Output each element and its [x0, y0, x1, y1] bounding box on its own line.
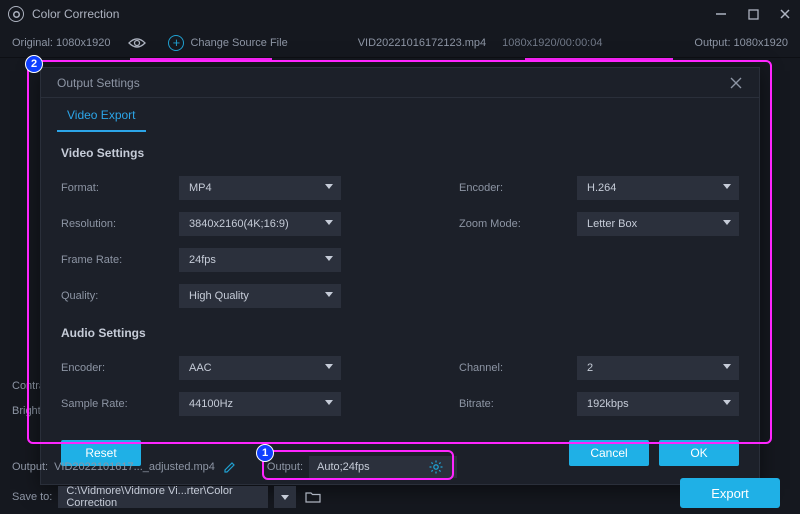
chevron-down-icon [723, 364, 731, 369]
plus-icon: + [168, 35, 184, 51]
save-to-field[interactable]: C:\Vidmore\Vidmore Vi...rter\Color Corre… [58, 486, 268, 508]
save-to-dropdown[interactable] [274, 486, 296, 508]
tab-video-export[interactable]: Video Export [57, 108, 146, 132]
resolution-value: 3840x2160(4K;16:9) [189, 218, 289, 230]
open-folder-button[interactable] [302, 486, 324, 508]
change-source-label: Change Source File [190, 37, 287, 49]
format-label: Format: [61, 182, 161, 194]
chevron-down-icon [723, 184, 731, 189]
dialog-title: Output Settings [57, 76, 140, 90]
close-button[interactable] [778, 7, 792, 21]
app-icon [8, 6, 24, 22]
maximize-button[interactable] [746, 7, 760, 21]
minimize-button[interactable] [714, 7, 728, 21]
export-button[interactable]: Export [680, 478, 780, 508]
source-meta: 1080x1920/00:00:04 [502, 37, 602, 49]
audio-settings-heading: Audio Settings [41, 312, 759, 348]
quality-label: Quality: [61, 290, 161, 302]
chevron-down-icon [325, 184, 333, 189]
quality-value: High Quality [189, 290, 249, 302]
chevron-down-icon [325, 220, 333, 225]
video-encoder-select[interactable]: H.264 [577, 176, 739, 200]
preview-eye-icon[interactable] [128, 34, 146, 52]
format-select[interactable]: MP4 [179, 176, 341, 200]
bitrate-value: 192kbps [587, 398, 629, 410]
resolution-label: Resolution: [61, 218, 161, 230]
bitrate-label: Bitrate: [459, 398, 559, 410]
frame-rate-label: Frame Rate: [61, 254, 161, 266]
audio-encoder-label: Encoder: [61, 362, 161, 374]
sample-rate-select[interactable]: 44100Hz [179, 392, 341, 416]
change-source-button[interactable]: + Change Source File [168, 35, 287, 51]
original-size-text: Original: 1080x1920 [12, 37, 110, 49]
video-encoder-value: H.264 [587, 182, 616, 194]
tab-underline [130, 58, 272, 60]
output-props-field[interactable]: Auto;24fps [309, 456, 457, 478]
audio-encoder-select[interactable]: AAC [179, 356, 341, 380]
sample-rate-label: Sample Rate: [61, 398, 161, 410]
zoom-mode-label: Zoom Mode: [459, 218, 559, 230]
chevron-down-icon [325, 292, 333, 297]
tab-underline2 [525, 58, 673, 60]
chevron-down-icon [723, 400, 731, 405]
resolution-select[interactable]: 3840x2160(4K;16:9) [179, 212, 341, 236]
sample-rate-value: 44100Hz [189, 398, 233, 410]
frame-rate-select[interactable]: 24fps [179, 248, 341, 272]
quality-select[interactable]: High Quality [179, 284, 341, 308]
output-props-value: Auto;24fps [317, 461, 370, 473]
chevron-down-icon [325, 400, 333, 405]
output-settings-dialog: Output Settings Video Export Video Setti… [40, 67, 760, 485]
zoom-mode-select[interactable]: Letter Box [577, 212, 739, 236]
chevron-down-icon [325, 256, 333, 261]
channel-select[interactable]: 2 [577, 356, 739, 380]
save-to-label: Save to: [12, 491, 52, 503]
output-props-label: Output: [267, 461, 303, 473]
chevron-down-icon [325, 364, 333, 369]
format-value: MP4 [189, 182, 212, 194]
gear-icon[interactable] [429, 460, 451, 474]
audio-encoder-value: AAC [189, 362, 212, 374]
video-encoder-label: Encoder: [459, 182, 559, 194]
window-title: Color Correction [32, 7, 714, 21]
dialog-close-button[interactable] [729, 76, 743, 90]
output-file-value: VID2022101617..._adjusted.mp4 [54, 461, 215, 473]
save-to-value: C:\Vidmore\Vidmore Vi...rter\Color Corre… [66, 485, 260, 509]
frame-rate-value: 24fps [189, 254, 216, 266]
edit-filename-button[interactable] [223, 460, 237, 474]
zoom-mode-value: Letter Box [587, 218, 637, 230]
source-filename: VID20221016172123.mp4 [358, 37, 486, 49]
bitrate-select[interactable]: 192kbps [577, 392, 739, 416]
output-file-label: Output: [12, 461, 48, 473]
output-size-text: Output: 1080x1920 [694, 37, 788, 49]
chevron-down-icon [723, 220, 731, 225]
channel-value: 2 [587, 362, 593, 374]
video-settings-heading: Video Settings [41, 132, 759, 168]
channel-label: Channel: [459, 362, 559, 374]
